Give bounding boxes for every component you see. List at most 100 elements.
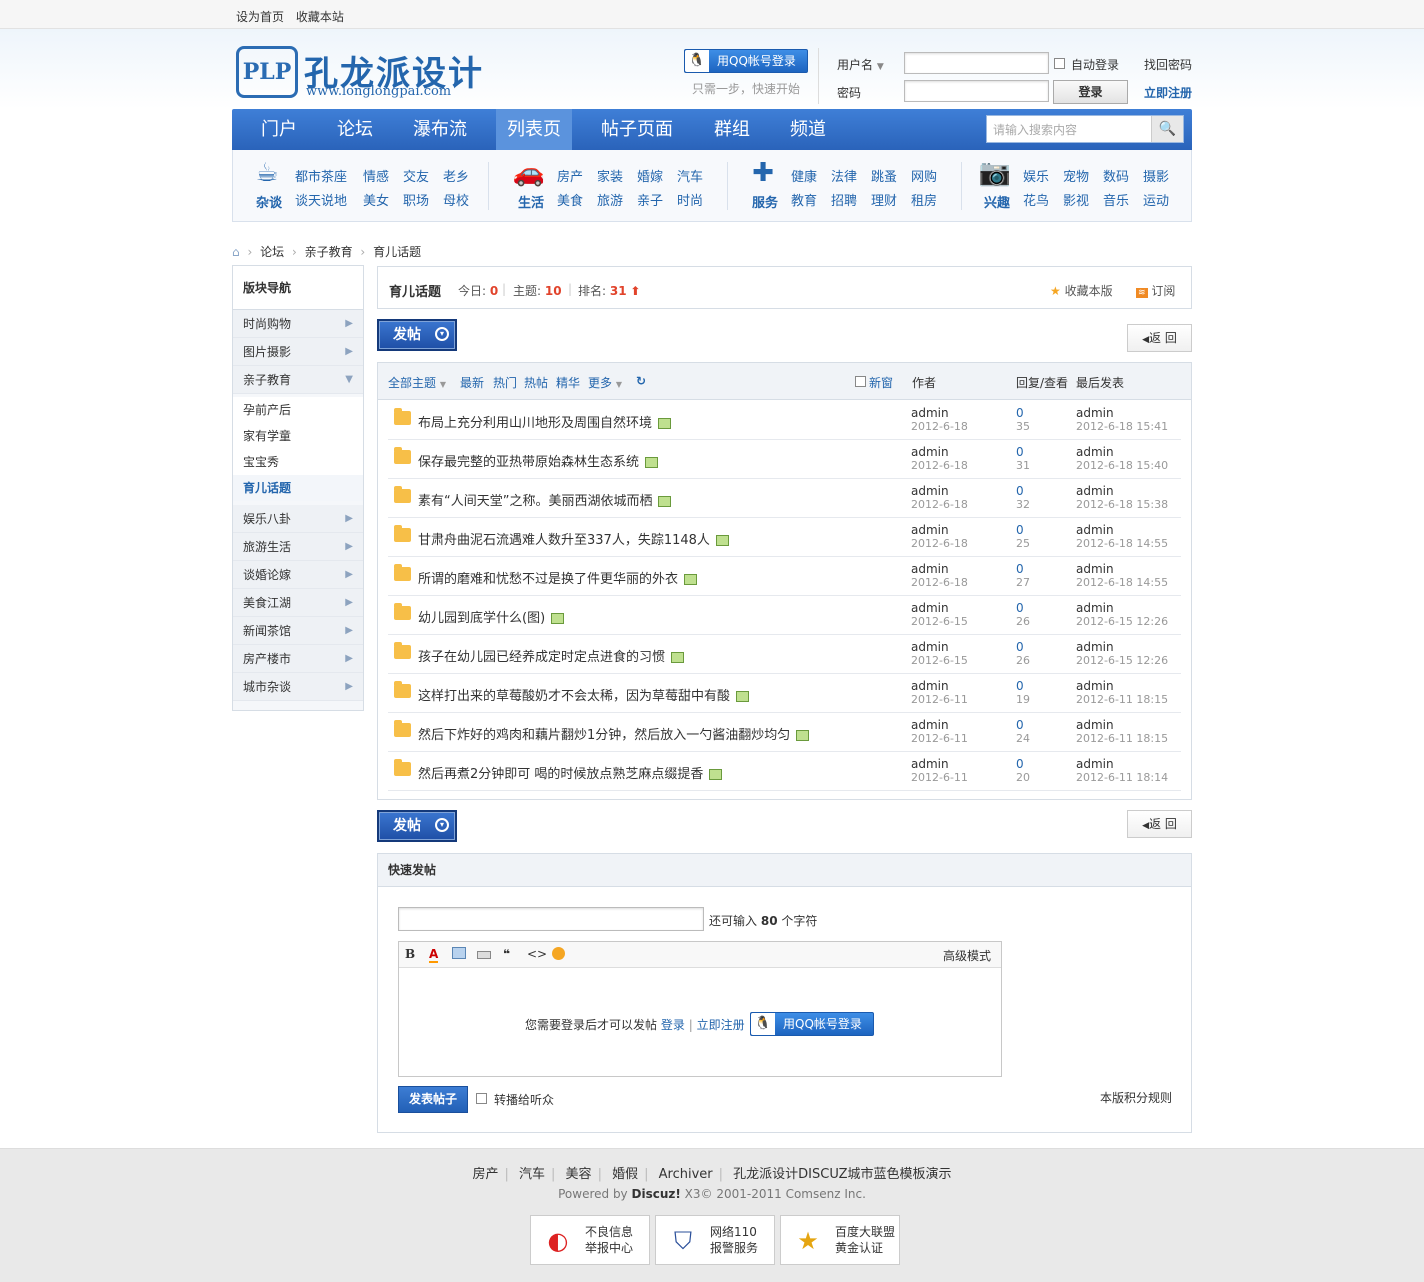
category-link[interactable]: 亲子 bbox=[637, 190, 663, 209]
thread-author[interactable]: admin bbox=[911, 718, 949, 732]
thread-replies[interactable]: 0 bbox=[1016, 640, 1024, 654]
last-post-user[interactable]: admin bbox=[1076, 718, 1114, 732]
new-window-label[interactable]: 新窗 bbox=[869, 374, 893, 391]
thread-title[interactable]: 孩子在幼儿园已经养成定时定点进食的习惯 bbox=[418, 646, 685, 665]
thread-replies[interactable]: 0 bbox=[1016, 718, 1024, 732]
thread-title[interactable]: 然后下炸好的鸡肉和藕片翻炒1分钟，然后放入一勺酱油翻炒均匀 bbox=[418, 724, 810, 743]
thread-replies[interactable]: 0 bbox=[1016, 562, 1024, 576]
thread-author[interactable]: admin bbox=[911, 601, 949, 615]
thread-title[interactable]: 所谓的磨难和忧愁不过是换了件更华丽的外衣 bbox=[418, 568, 698, 587]
category-name[interactable]: 服务 bbox=[745, 192, 785, 211]
thread-author[interactable]: admin bbox=[911, 445, 949, 459]
set-home-link[interactable]: 设为首页 bbox=[236, 10, 284, 24]
category-link[interactable]: 婚嫁 bbox=[637, 166, 663, 185]
category-link[interactable]: 谈天说地 bbox=[295, 190, 347, 209]
category-link[interactable]: 汽车 bbox=[677, 166, 703, 185]
submit-post-button[interactable]: 发表帖子 bbox=[398, 1086, 468, 1113]
category-link[interactable]: 数码 bbox=[1103, 166, 1129, 185]
category-link[interactable]: 美食 bbox=[557, 190, 583, 209]
filter-newest[interactable]: 最新 bbox=[460, 374, 484, 391]
last-post-user[interactable]: admin bbox=[1076, 562, 1114, 576]
sidebar-sub-item[interactable]: 孕前产后 bbox=[233, 397, 363, 423]
category-link[interactable]: 房产 bbox=[557, 166, 583, 185]
report-center-badge[interactable]: ◐ 不良信息 举报中心 bbox=[530, 1215, 650, 1265]
code-icon[interactable]: <> bbox=[527, 947, 547, 961]
sidebar-item[interactable]: 娱乐八卦 ▶ bbox=[233, 505, 363, 533]
discuz-link[interactable]: Discuz! bbox=[632, 1187, 681, 1201]
refresh-icon[interactable]: ↻ bbox=[636, 374, 646, 388]
last-post-user[interactable]: admin bbox=[1076, 640, 1114, 654]
sidebar-item[interactable]: 图片摄影 ▶ bbox=[233, 338, 363, 366]
thread-title[interactable]: 幼儿园到底学什么(图) bbox=[418, 607, 565, 626]
forgot-password-link[interactable]: 找回密码 bbox=[1144, 56, 1192, 73]
thread-title[interactable]: 甘肃舟曲泥石流遇难人数升至337人，失踪1148人 bbox=[418, 529, 729, 548]
sidebar-item[interactable]: 时尚购物 ▶ bbox=[233, 310, 363, 338]
thread-author[interactable]: admin bbox=[911, 679, 949, 693]
category-link[interactable]: 时尚 bbox=[677, 190, 703, 209]
last-post-time[interactable]: 2012-6-15 12:26 bbox=[1076, 654, 1168, 667]
new-thread-button[interactable]: 发帖 ▾ bbox=[377, 319, 457, 351]
filter-all[interactable]: 全部主题 ▼ bbox=[388, 374, 446, 391]
smiley-icon[interactable] bbox=[552, 947, 565, 960]
font-color-icon[interactable]: A bbox=[429, 947, 439, 963]
search-box[interactable]: 请输入搜索内容 🔍 bbox=[986, 115, 1184, 143]
thread-author[interactable]: admin bbox=[911, 757, 949, 771]
category-name[interactable]: 生活 bbox=[511, 192, 551, 211]
subject-input[interactable] bbox=[398, 907, 704, 931]
footer-link[interactable]: 婚假 bbox=[612, 1167, 638, 1182]
last-post-time[interactable]: 2012-6-18 15:41 bbox=[1076, 420, 1168, 433]
favorite-link[interactable]: 收藏本站 bbox=[296, 10, 344, 24]
category-name[interactable]: 兴趣 bbox=[977, 192, 1017, 211]
sidebar-item[interactable]: 旅游生活 ▶ bbox=[233, 533, 363, 561]
sidebar-item[interactable]: 亲子教育 ▼ bbox=[233, 366, 363, 394]
sidebar-item[interactable]: 房产楼市 ▶ bbox=[233, 645, 363, 673]
thread-replies[interactable]: 0 bbox=[1016, 679, 1024, 693]
category-link[interactable]: 法律 bbox=[831, 166, 857, 185]
nav-forum[interactable]: 论坛 bbox=[322, 109, 388, 150]
last-post-user[interactable]: admin bbox=[1076, 601, 1114, 615]
nav-thread[interactable]: 帖子页面 bbox=[594, 109, 680, 150]
nav-waterfall[interactable]: 瀑布流 bbox=[404, 109, 476, 150]
last-post-time[interactable]: 2012-6-11 18:15 bbox=[1076, 693, 1168, 706]
category-link[interactable]: 美女 bbox=[363, 190, 389, 209]
thread-replies[interactable]: 0 bbox=[1016, 445, 1024, 459]
category-link[interactable]: 宠物 bbox=[1063, 166, 1089, 185]
filter-more[interactable]: 更多 ▼ bbox=[588, 374, 622, 391]
thread-author[interactable]: admin bbox=[911, 523, 949, 537]
new-thread-button-bottom[interactable]: 发帖 ▾ bbox=[377, 810, 457, 842]
category-link[interactable]: 都市茶座 bbox=[295, 166, 347, 185]
footer-link[interactable]: Archiver bbox=[659, 1167, 713, 1182]
quote-icon[interactable]: ❝ bbox=[503, 947, 510, 961]
category-link[interactable]: 音乐 bbox=[1103, 190, 1129, 209]
login-button[interactable]: 登录 bbox=[1053, 80, 1128, 104]
nav-list[interactable]: 列表页 bbox=[496, 109, 572, 150]
thread-title[interactable]: 这样打出来的草莓酸奶才不会太稀，因为草莓甜中有酸 bbox=[418, 685, 750, 704]
thread-author[interactable]: admin bbox=[911, 640, 949, 654]
category-link[interactable]: 母校 bbox=[443, 190, 469, 209]
category-link[interactable]: 理财 bbox=[871, 190, 897, 209]
last-post-time[interactable]: 2012-6-15 12:26 bbox=[1076, 615, 1168, 628]
sidebar-item[interactable]: 谈婚论嫁 ▶ bbox=[233, 561, 363, 589]
last-post-user[interactable]: admin bbox=[1076, 484, 1114, 498]
home-icon[interactable]: ⌂ bbox=[232, 245, 240, 259]
thread-title[interactable]: 保存最完整的亚热带原始森林生态系统 bbox=[418, 451, 659, 470]
category-link[interactable]: 招聘 bbox=[831, 190, 857, 209]
category-link[interactable]: 家装 bbox=[597, 166, 623, 185]
category-link[interactable]: 影视 bbox=[1063, 190, 1089, 209]
thread-replies[interactable]: 0 bbox=[1016, 757, 1024, 771]
last-post-time[interactable]: 2012-6-18 15:40 bbox=[1076, 459, 1168, 472]
search-input[interactable]: 请输入搜索内容 bbox=[993, 121, 1077, 138]
qq-login-button[interactable]: 🐧 用QQ帐号登录 bbox=[684, 49, 808, 73]
last-post-user[interactable]: admin bbox=[1076, 406, 1114, 420]
bold-icon[interactable]: B bbox=[405, 947, 415, 961]
category-link[interactable]: 情感 bbox=[363, 166, 389, 185]
new-window-checkbox[interactable] bbox=[855, 376, 866, 387]
last-post-time[interactable]: 2012-6-18 14:55 bbox=[1076, 576, 1168, 589]
last-post-time[interactable]: 2012-6-18 15:38 bbox=[1076, 498, 1168, 511]
thread-title[interactable]: 布局上充分利用山川地形及周围自然环境 bbox=[418, 412, 672, 431]
thread-author[interactable]: admin bbox=[911, 406, 949, 420]
category-link[interactable]: 职场 bbox=[403, 190, 429, 209]
last-post-time[interactable]: 2012-6-18 14:55 bbox=[1076, 537, 1168, 550]
username-input[interactable] bbox=[904, 52, 1049, 74]
filter-digest[interactable]: 精华 bbox=[556, 374, 580, 391]
